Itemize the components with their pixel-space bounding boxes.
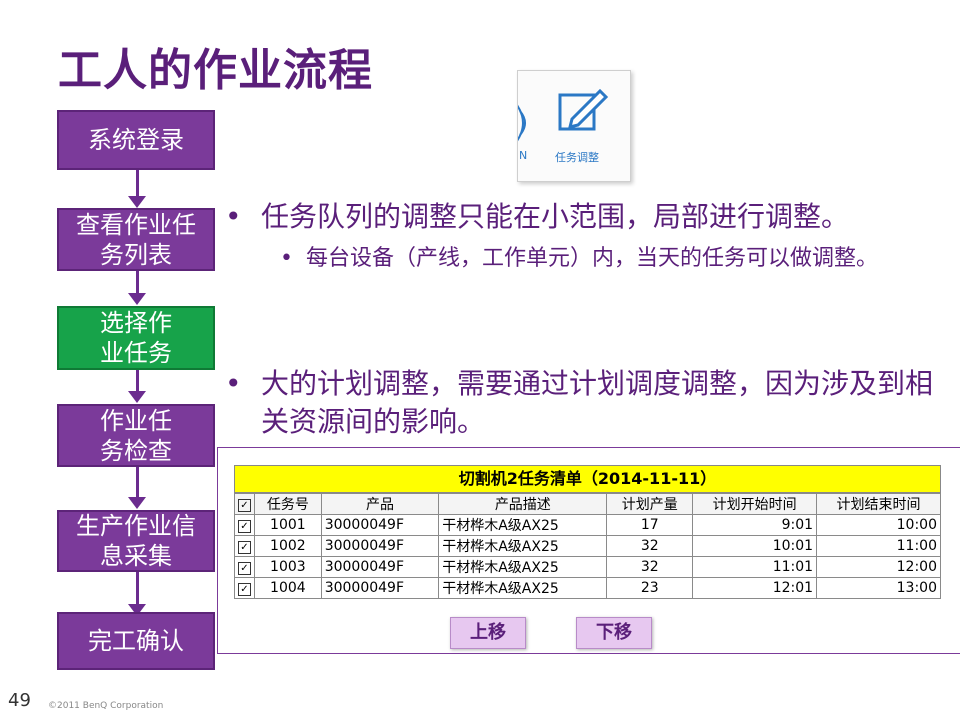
table-row[interactable]: ✓ 1004 30000049F 干材桦木A级AX25 23 12:01 13:… [234, 577, 941, 599]
flow-connector [136, 467, 139, 500]
col-planned-qty: 计划产量 [606, 493, 694, 515]
bullet-device-scope-text: 每台设备（产线，工作单元）内，当天的任务可以做调整。 [306, 246, 879, 271]
table-row[interactable]: ✓ 1003 30000049F 干材桦木A级AX25 32 11:01 12:… [234, 556, 941, 578]
cell-plan-start: 9:01 [692, 514, 818, 536]
flow-arrow [128, 497, 146, 509]
icon-label-fragment: N [519, 149, 528, 162]
copyright: ©2011 BenQ Corporation [48, 701, 164, 711]
cell-plan-start: 12:01 [692, 577, 818, 599]
col-product-desc: 产品描述 [438, 493, 608, 515]
cell-planned-qty: 32 [606, 535, 694, 557]
table-row[interactable]: ✓ 1001 30000049F 干材桦木A级AX25 17 9:01 10:0… [234, 514, 941, 536]
flow-step-login[interactable]: 系统登录 [57, 110, 215, 170]
cell-task-id: 1001 [254, 514, 322, 536]
cell-plan-end: 13:00 [816, 577, 941, 599]
flow-step-select-task[interactable]: 选择作业任务 [57, 306, 215, 370]
bullet-scope-text: 任务队列的调整只能在小范围，局部进行调整。 [261, 200, 850, 233]
bullet-device-scope: • 每台设备（产线，工作单元）内，当天的任务可以做调整。 [280, 244, 930, 274]
flow-step-view-tasks[interactable]: 查看作业任务列表 [57, 208, 215, 271]
flow-step-complete[interactable]: 完工确认 [57, 612, 215, 670]
cell-planned-qty: 32 [606, 556, 694, 578]
cell-task-id: 1002 [254, 535, 322, 557]
bullet-scope: • 任务队列的调整只能在小范围，局部进行调整。 [225, 200, 945, 234]
page-number: 49 [8, 690, 31, 711]
flow-step-check-task[interactable]: 作业任务检查 [57, 404, 215, 467]
cell-product: 30000049F [320, 514, 440, 536]
table-row[interactable]: ✓ 1002 30000049F 干材桦木A级AX25 32 10:01 11:… [234, 535, 941, 557]
task-adjust-label: 任务调整 [555, 151, 599, 164]
cell-product-desc: 干材桦木A级AX25 [438, 535, 608, 557]
bullet-dot: • [225, 200, 242, 233]
task-adjust-screenshot [513, 70, 631, 182]
flow-connector [136, 572, 139, 607]
col-plan-start: 计划开始时间 [692, 493, 818, 515]
table-header-row: ✓ 任务号 产品 产品描述 计划产量 计划开始时间 计划结束时间 [234, 493, 941, 515]
cell-planned-qty: 23 [606, 577, 694, 599]
select-all-checkbox[interactable]: ✓ [234, 493, 255, 515]
move-down-button[interactable]: 下移 [576, 617, 652, 649]
flow-arrow [128, 293, 146, 305]
task-list-title: 切割机2任务清单（2014-11-11） [234, 465, 941, 493]
row-checkbox[interactable]: ✓ [234, 577, 255, 599]
cell-product-desc: 干材桦木A级AX25 [438, 514, 608, 536]
cell-product: 30000049F [320, 577, 440, 599]
bullet-plan-adjust-text: 大的计划调整，需要通过计划调度调整，因为涉及到相关资源间的影响。 [261, 367, 934, 438]
col-task-id: 任务号 [254, 493, 322, 515]
cell-plan-start: 10:01 [692, 535, 818, 557]
cell-product: 30000049F [320, 556, 440, 578]
flow-arrow [128, 391, 146, 403]
cell-plan-start: 11:01 [692, 556, 818, 578]
flow-arrow [128, 196, 146, 208]
move-up-button[interactable]: 上移 [450, 617, 526, 649]
row-checkbox[interactable]: ✓ [234, 535, 255, 557]
task-table: ✓ 任务号 产品 产品描述 计划产量 计划开始时间 计划结束时间 ✓ 1001 … [234, 493, 941, 599]
col-product: 产品 [320, 493, 440, 515]
row-checkbox[interactable]: ✓ [234, 514, 255, 536]
bullet-dot: • [280, 246, 293, 271]
task-list-panel: 切割机2任务清单（2014-11-11） ✓ 任务号 产品 产品描述 计划产量 … [234, 465, 941, 599]
cell-plan-end: 10:00 [816, 514, 941, 536]
cell-plan-end: 12:00 [816, 556, 941, 578]
bullet-plan-adjust: • 大的计划调整，需要通过计划调度调整，因为涉及到相关资源间的影响。 [225, 365, 945, 441]
cell-plan-end: 11:00 [816, 535, 941, 557]
flow-step-collect-info[interactable]: 生产作业信息采集 [57, 510, 215, 572]
slide-title: 工人的作业流程 [58, 45, 373, 96]
row-checkbox[interactable]: ✓ [234, 556, 255, 578]
cell-planned-qty: 17 [606, 514, 694, 536]
bullet-dot: • [225, 367, 242, 400]
cell-product: 30000049F [320, 535, 440, 557]
cell-product-desc: 干材桦木A级AX25 [438, 556, 608, 578]
cell-product-desc: 干材桦木A级AX25 [438, 577, 608, 599]
cell-task-id: 1004 [254, 577, 322, 599]
cell-task-id: 1003 [254, 556, 322, 578]
col-plan-end: 计划结束时间 [816, 493, 941, 515]
